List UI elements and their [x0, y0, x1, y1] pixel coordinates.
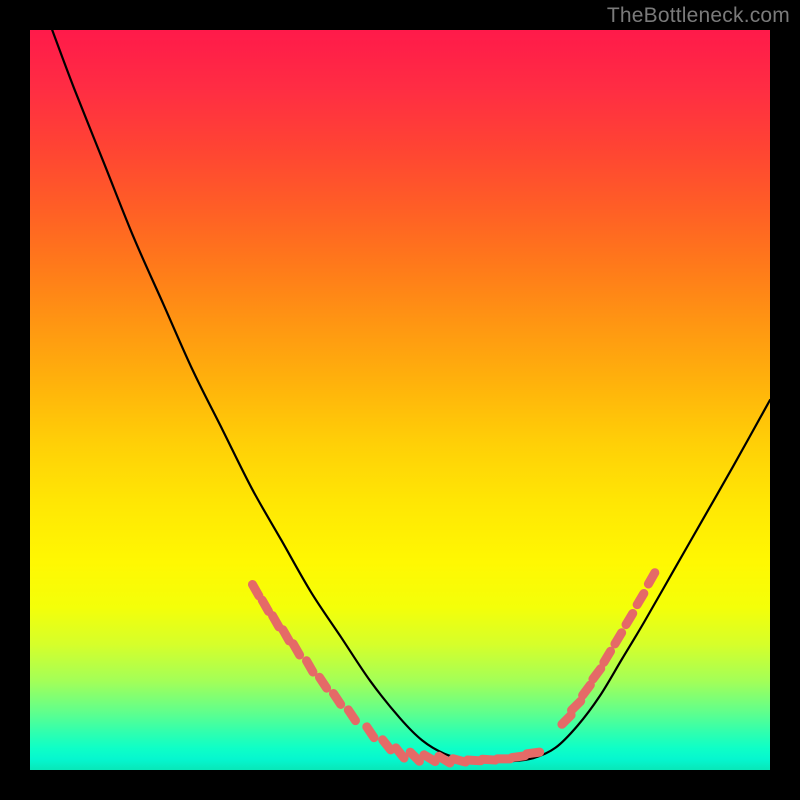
- dash-mark: [367, 727, 374, 738]
- dash-mark: [439, 756, 450, 763]
- dash-mark: [424, 755, 435, 762]
- dash-mark: [283, 630, 289, 641]
- dash-mark: [583, 685, 591, 695]
- dash-mark: [527, 752, 540, 754]
- dash-mark: [604, 651, 611, 662]
- dash-mark: [252, 585, 258, 596]
- dash-mark: [410, 752, 419, 761]
- dash-mark: [333, 694, 340, 705]
- dash-mark: [262, 600, 268, 611]
- dash-mark: [626, 613, 633, 624]
- dash-mark: [637, 593, 644, 604]
- dash-mark: [348, 710, 355, 721]
- dash-mark: [396, 748, 404, 758]
- dash-mark: [272, 616, 278, 627]
- dash-mark: [648, 573, 654, 584]
- plot-area: [30, 30, 770, 770]
- dash-mark: [307, 661, 313, 672]
- dash-mark: [293, 644, 299, 655]
- dash-mark: [572, 701, 581, 710]
- watermark-text: TheBottleneck.com: [607, 4, 790, 28]
- chart-svg: [30, 30, 770, 770]
- dash-mark: [319, 677, 326, 688]
- chart-frame: TheBottleneck.com: [0, 0, 800, 800]
- dash-mark: [615, 633, 622, 644]
- dash-marks: [252, 573, 654, 763]
- dash-mark: [383, 740, 391, 750]
- main-curve: [52, 30, 770, 761]
- dash-mark: [562, 715, 571, 724]
- dash-mark: [593, 669, 601, 679]
